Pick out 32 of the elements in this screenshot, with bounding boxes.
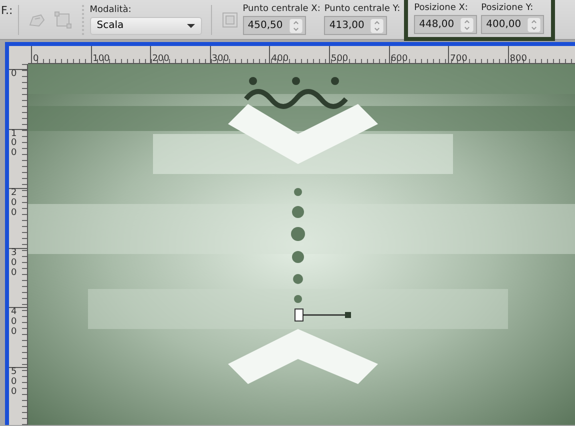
ruler-label: 700: [449, 54, 468, 64]
spin-arrows-icon[interactable]: [460, 16, 474, 32]
ruler-label: 300: [10, 248, 18, 278]
ruler-label: 400: [270, 54, 289, 64]
ruler-label: 0: [32, 54, 39, 64]
spin-arrows-icon[interactable]: [288, 18, 303, 34]
spin-arrows-icon[interactable]: [370, 18, 384, 34]
ruler-label: 300: [210, 54, 229, 64]
toolbar-label: F.:: [0, 4, 13, 17]
number-field[interactable]: 400,00: [481, 15, 544, 34]
mode-label: Modalità:: [90, 4, 132, 14]
number-field[interactable]: 450,50: [242, 16, 306, 35]
ruler-label: 500: [330, 54, 348, 64]
number-field[interactable]: 413,00: [324, 16, 388, 35]
ruler-label: 100: [92, 54, 110, 64]
rotation-handle-icon[interactable]: [294, 308, 352, 322]
field-label: Punto centrale Y:: [324, 4, 400, 14]
mode-dropdown[interactable]: Scala: [90, 16, 202, 34]
ruler-label: 100: [10, 130, 18, 160]
ruler-label: 500: [10, 368, 18, 398]
ruler-label: 600: [390, 54, 408, 64]
field-label: Posizione X:: [414, 3, 469, 13]
ruler-label: 0: [10, 70, 18, 80]
ruler-label: 800: [508, 54, 527, 64]
spin-arrows-icon[interactable]: [527, 16, 542, 32]
caret-icon: [186, 24, 195, 28]
number-field[interactable]: 448,00: [414, 15, 478, 34]
field-label: Posizione Y:: [481, 3, 534, 13]
ruler-label: 400: [10, 308, 18, 338]
field-label: Punto centrale X:: [242, 4, 320, 14]
ruler-label: 200: [151, 54, 170, 64]
ruler-label: 200: [10, 189, 18, 219]
